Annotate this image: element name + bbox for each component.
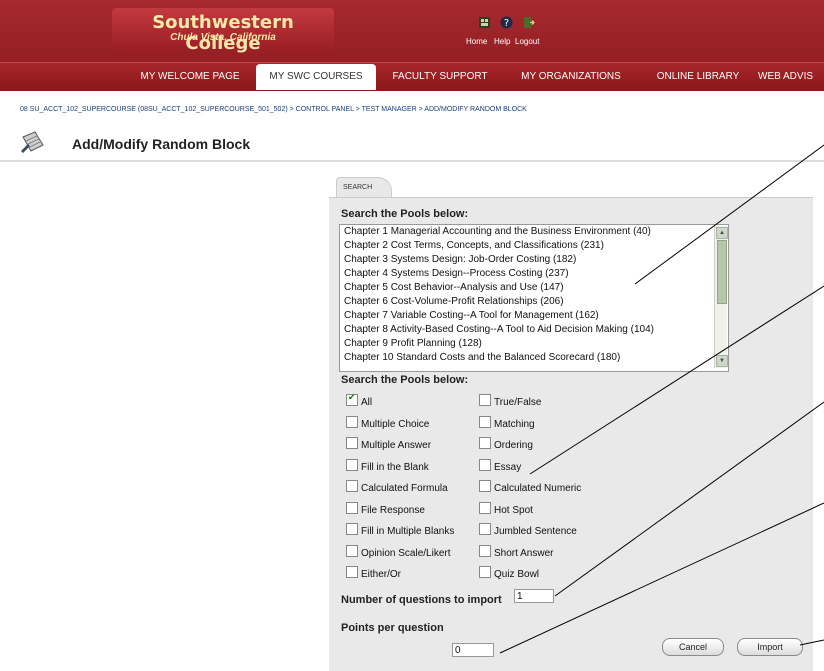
callout-lines	[499, 144, 824, 654]
